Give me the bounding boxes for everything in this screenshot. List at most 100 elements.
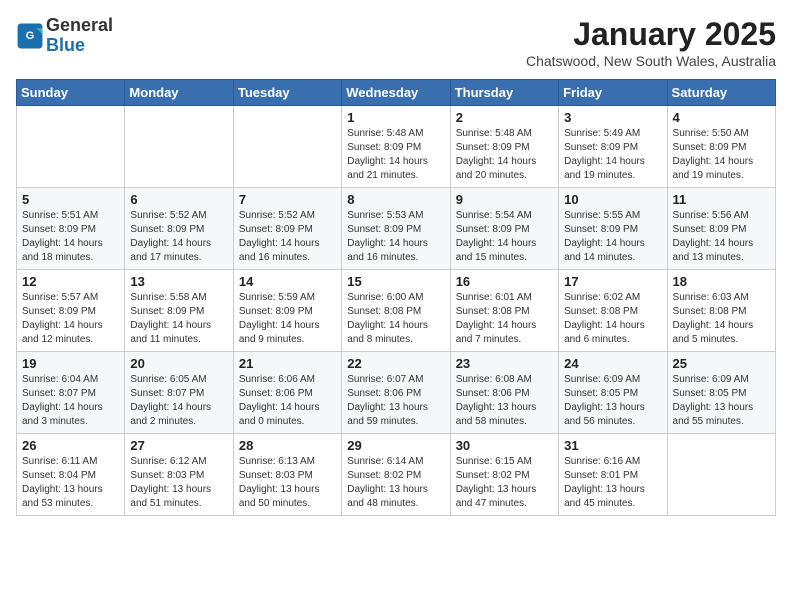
calendar-cell xyxy=(233,106,341,188)
calendar-cell: 26Sunrise: 6:11 AM Sunset: 8:04 PM Dayli… xyxy=(17,434,125,516)
day-number: 17 xyxy=(564,274,661,289)
calendar-cell xyxy=(667,434,775,516)
calendar-cell: 5Sunrise: 5:51 AM Sunset: 8:09 PM Daylig… xyxy=(17,188,125,270)
calendar-cell: 23 Sunrise: 6:08 AM Sunset: 8:06 PM Dayli… xyxy=(450,352,558,434)
day-number: 5 xyxy=(22,192,119,207)
calendar-cell: 24Sunrise: 6:09 AM Sunset: 8:05 PM Dayli… xyxy=(559,352,667,434)
calendar-cell xyxy=(125,106,233,188)
logo-text: General Blue xyxy=(46,16,113,56)
calendar-cell: 10Sunrise: 5:55 AM Sunset: 8:09 PM Dayli… xyxy=(559,188,667,270)
calendar-cell: 11 Sunrise: 5:56 AM Sunset: 8:09 PM Dayli… xyxy=(667,188,775,270)
day-info: Sunrise: 6:14 AM Sunset: 8:02 PM Dayligh… xyxy=(347,455,444,511)
calendar-title: January 2025 xyxy=(526,16,776,53)
calendar-cell: 25 Sunrise: 6:09 AM Sunset: 8:05 PM Dayli… xyxy=(667,352,775,434)
calendar-week-2: 5Sunrise: 5:51 AM Sunset: 8:09 PM Daylig… xyxy=(17,188,776,270)
day-number: 15 xyxy=(347,274,444,289)
calendar-cell: 27 Sunrise: 6:12 AM Sunset: 8:03 PM Dayli… xyxy=(125,434,233,516)
day-number: 29 xyxy=(347,438,444,453)
weekday-header-monday: Monday xyxy=(125,80,233,106)
day-info: Sunrise: 6:09 AM Sunset: 8:05 PM Dayligh… xyxy=(673,373,770,429)
calendar-cell xyxy=(17,106,125,188)
day-info: Sunrise: 5:56 AM Sunset: 8:09 PM Dayligh… xyxy=(673,209,770,265)
day-number: 27 xyxy=(130,438,227,453)
day-number: 7 xyxy=(239,192,336,207)
day-info: Sunrise: 6:00 AM Sunset: 8:08 PM Dayligh… xyxy=(347,291,444,347)
day-number: 4 xyxy=(673,110,770,125)
calendar-subtitle: Chatswood, New South Wales, Australia xyxy=(526,53,776,69)
calendar-cell: 31 Sunrise: 6:16 AM Sunset: 8:01 PM Dayli… xyxy=(559,434,667,516)
day-info: Sunrise: 6:09 AM Sunset: 8:05 PM Dayligh… xyxy=(564,373,661,429)
title-block: January 2025 Chatswood, New South Wales,… xyxy=(526,16,776,69)
day-number: 8 xyxy=(347,192,444,207)
page-header: G General Blue January 2025 Chatswood, N… xyxy=(16,16,776,69)
logo-line1: General xyxy=(46,16,113,36)
day-info: Sunrise: 6:16 AM Sunset: 8:01 PM Dayligh… xyxy=(564,455,661,511)
weekday-header-sunday: Sunday xyxy=(17,80,125,106)
day-number: 9 xyxy=(456,192,553,207)
day-number: 3 xyxy=(564,110,661,125)
svg-text:G: G xyxy=(26,30,34,42)
day-info: Sunrise: 6:12 AM Sunset: 8:03 PM Dayligh… xyxy=(130,455,227,511)
calendar-cell: 13Sunrise: 5:58 AM Sunset: 8:09 PM Dayli… xyxy=(125,270,233,352)
weekday-header-friday: Friday xyxy=(559,80,667,106)
weekday-header-thursday: Thursday xyxy=(450,80,558,106)
day-number: 11 xyxy=(673,192,770,207)
day-number: 22 xyxy=(347,356,444,371)
day-number: 1 xyxy=(347,110,444,125)
day-info: Sunrise: 5:48 AM Sunset: 8:09 PM Dayligh… xyxy=(456,127,553,183)
day-info: Sunrise: 6:07 AM Sunset: 8:06 PM Dayligh… xyxy=(347,373,444,429)
day-info: Sunrise: 5:57 AM Sunset: 8:09 PM Dayligh… xyxy=(22,291,119,347)
calendar-cell: 4 Sunrise: 5:50 AM Sunset: 8:09 PM Daylig… xyxy=(667,106,775,188)
calendar-cell: 7 Sunrise: 5:52 AM Sunset: 8:09 PM Daylig… xyxy=(233,188,341,270)
day-number: 25 xyxy=(673,356,770,371)
day-info: Sunrise: 5:49 AM Sunset: 8:09 PM Dayligh… xyxy=(564,127,661,183)
day-info: Sunrise: 6:04 AM Sunset: 8:07 PM Dayligh… xyxy=(22,373,119,429)
logo-icon: G xyxy=(16,22,44,50)
day-info: Sunrise: 5:53 AM Sunset: 8:09 PM Dayligh… xyxy=(347,209,444,265)
day-info: Sunrise: 5:50 AM Sunset: 8:09 PM Dayligh… xyxy=(673,127,770,183)
day-number: 28 xyxy=(239,438,336,453)
day-info: Sunrise: 5:54 AM Sunset: 8:09 PM Dayligh… xyxy=(456,209,553,265)
logo: G General Blue xyxy=(16,16,113,56)
day-info: Sunrise: 5:48 AM Sunset: 8:09 PM Dayligh… xyxy=(347,127,444,183)
day-info: Sunrise: 6:08 AM Sunset: 8:06 PM Dayligh… xyxy=(456,373,553,429)
day-number: 23 xyxy=(456,356,553,371)
day-number: 31 xyxy=(564,438,661,453)
calendar-cell: 22 Sunrise: 6:07 AM Sunset: 8:06 PM Dayli… xyxy=(342,352,450,434)
day-info: Sunrise: 6:02 AM Sunset: 8:08 PM Dayligh… xyxy=(564,291,661,347)
calendar-cell: 17 Sunrise: 6:02 AM Sunset: 8:08 PM Dayli… xyxy=(559,270,667,352)
day-number: 20 xyxy=(130,356,227,371)
day-info: Sunrise: 5:59 AM Sunset: 8:09 PM Dayligh… xyxy=(239,291,336,347)
calendar-cell: 6 Sunrise: 5:52 AM Sunset: 8:09 PM Daylig… xyxy=(125,188,233,270)
weekday-header-row: SundayMondayTuesdayWednesdayThursdayFrid… xyxy=(17,80,776,106)
calendar-cell: 14Sunrise: 5:59 AM Sunset: 8:09 PM Dayli… xyxy=(233,270,341,352)
weekday-header-wednesday: Wednesday xyxy=(342,80,450,106)
day-info: Sunrise: 5:52 AM Sunset: 8:09 PM Dayligh… xyxy=(130,209,227,265)
day-info: Sunrise: 5:52 AM Sunset: 8:09 PM Dayligh… xyxy=(239,209,336,265)
calendar-cell: 1 Sunrise: 5:48 AM Sunset: 8:09 PM Daylig… xyxy=(342,106,450,188)
calendar-cell: 16 Sunrise: 6:01 AM Sunset: 8:08 PM Dayli… xyxy=(450,270,558,352)
calendar-cell: 8 Sunrise: 5:53 AM Sunset: 8:09 PM Daylig… xyxy=(342,188,450,270)
calendar-table: SundayMondayTuesdayWednesdayThursdayFrid… xyxy=(16,79,776,516)
day-info: Sunrise: 6:15 AM Sunset: 8:02 PM Dayligh… xyxy=(456,455,553,511)
calendar-cell: 30Sunrise: 6:15 AM Sunset: 8:02 PM Dayli… xyxy=(450,434,558,516)
day-number: 21 xyxy=(239,356,336,371)
day-info: Sunrise: 6:01 AM Sunset: 8:08 PM Dayligh… xyxy=(456,291,553,347)
calendar-week-4: 19 Sunrise: 6:04 AM Sunset: 8:07 PM Dayli… xyxy=(17,352,776,434)
day-number: 19 xyxy=(22,356,119,371)
calendar-week-1: 1 Sunrise: 5:48 AM Sunset: 8:09 PM Daylig… xyxy=(17,106,776,188)
day-info: Sunrise: 6:13 AM Sunset: 8:03 PM Dayligh… xyxy=(239,455,336,511)
day-info: Sunrise: 6:11 AM Sunset: 8:04 PM Dayligh… xyxy=(22,455,119,511)
day-number: 16 xyxy=(456,274,553,289)
day-info: Sunrise: 6:03 AM Sunset: 8:08 PM Dayligh… xyxy=(673,291,770,347)
calendar-cell: 19 Sunrise: 6:04 AM Sunset: 8:07 PM Dayli… xyxy=(17,352,125,434)
day-number: 6 xyxy=(130,192,227,207)
calendar-cell: 21Sunrise: 6:06 AM Sunset: 8:06 PM Dayli… xyxy=(233,352,341,434)
calendar-cell: 9 Sunrise: 5:54 AM Sunset: 8:09 PM Daylig… xyxy=(450,188,558,270)
day-info: Sunrise: 6:05 AM Sunset: 8:07 PM Dayligh… xyxy=(130,373,227,429)
calendar-cell: 20 Sunrise: 6:05 AM Sunset: 8:07 PM Dayli… xyxy=(125,352,233,434)
day-number: 10 xyxy=(564,192,661,207)
calendar-week-3: 12Sunrise: 5:57 AM Sunset: 8:09 PM Dayli… xyxy=(17,270,776,352)
weekday-header-saturday: Saturday xyxy=(667,80,775,106)
day-number: 18 xyxy=(673,274,770,289)
